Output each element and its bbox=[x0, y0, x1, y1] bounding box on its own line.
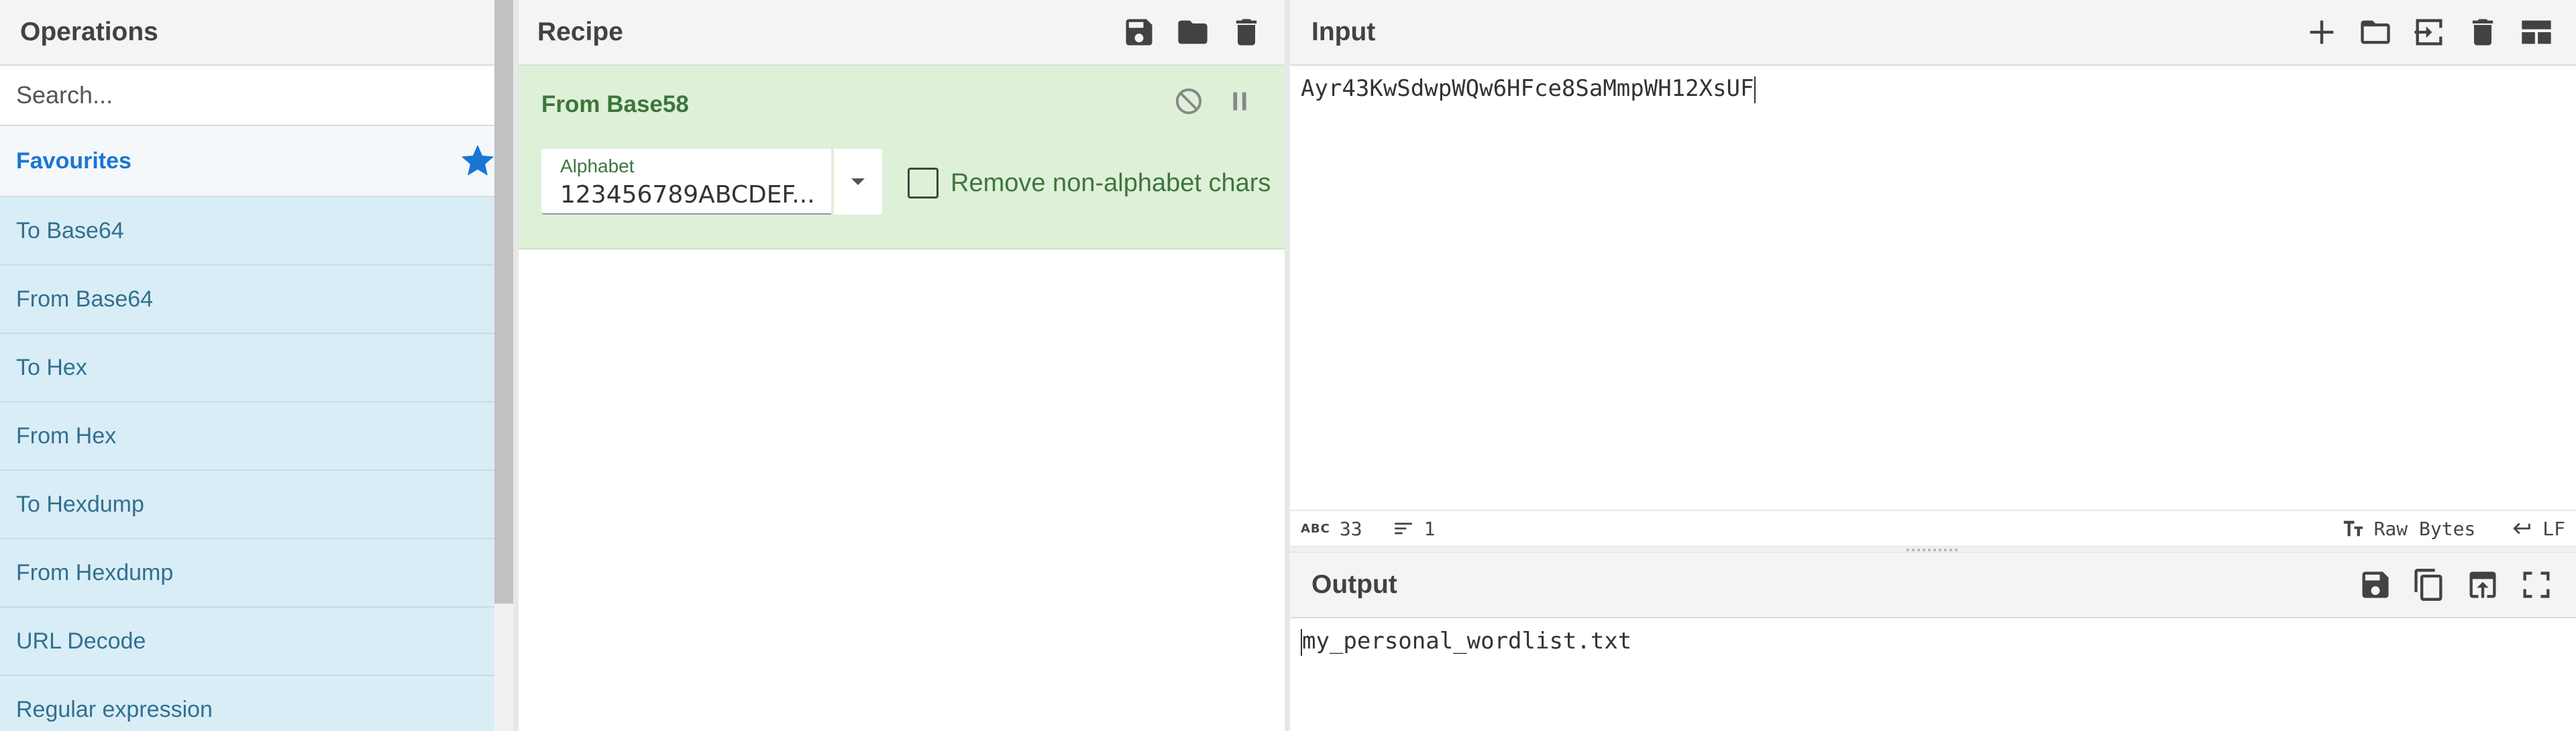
recipe-io-resizer[interactable] bbox=[1285, 0, 1290, 731]
operation-item[interactable]: Regular expression bbox=[0, 676, 494, 731]
recipe-title: Recipe bbox=[537, 17, 623, 46]
alphabet-dropdown-button[interactable] bbox=[834, 149, 882, 215]
recipe-panel: Recipe From Base58 Alphabet 123456789ABC… bbox=[519, 0, 1285, 731]
remove-non-alphabet-option[interactable]: Remove non-alphabet chars bbox=[908, 168, 1271, 199]
output-text: my_personal_wordlist.txt bbox=[1302, 628, 1632, 655]
operations-header: Operations bbox=[0, 0, 513, 66]
favourites-label: Favourites bbox=[16, 148, 131, 174]
open-file-input-icon[interactable] bbox=[2410, 13, 2449, 52]
io-panel: Input Ayr43KwSdwpWQw6HFce8SaMmpWH12XsUF … bbox=[1290, 0, 2576, 731]
clear-input-trash-icon[interactable] bbox=[2463, 13, 2502, 52]
output-header: Output bbox=[1290, 553, 2576, 618]
caret-down-icon bbox=[851, 178, 865, 185]
output-textarea[interactable]: my_personal_wordlist.txt bbox=[1290, 620, 2576, 731]
add-input-tab-icon[interactable] bbox=[2302, 13, 2341, 52]
load-recipe-folder-icon[interactable] bbox=[1173, 13, 1212, 52]
operation-item[interactable]: URL Decode bbox=[0, 608, 494, 676]
star-icon[interactable] bbox=[458, 142, 497, 180]
save-recipe-icon[interactable] bbox=[1120, 13, 1159, 52]
return-arrow-icon bbox=[2513, 522, 2531, 535]
output-title: Output bbox=[1311, 570, 1397, 599]
operations-title: Operations bbox=[20, 17, 158, 46]
operation-item[interactable]: To Hexdump bbox=[0, 471, 494, 539]
input-text: Ayr43KwSdwpWQw6HFce8SaMmpWH12XsUF bbox=[1301, 75, 1754, 102]
remove-non-alphabet-label[interactable]: Remove non-alphabet chars bbox=[951, 169, 1271, 198]
text-cursor bbox=[1754, 76, 1756, 103]
input-output-resizer[interactable] bbox=[1290, 546, 2576, 553]
disable-operation-icon[interactable] bbox=[1173, 86, 1204, 120]
encoding-selector[interactable]: Raw Bytes bbox=[2342, 517, 2476, 540]
favourites-category[interactable]: Favourites bbox=[0, 126, 513, 197]
alphabet-select[interactable]: Alphabet 123456789ABCDEF... bbox=[541, 149, 831, 215]
open-folder-icon[interactable] bbox=[2356, 13, 2395, 52]
operations-recipe-resizer[interactable] bbox=[513, 0, 519, 731]
operations-search bbox=[0, 66, 513, 126]
operations-scrollbar-thumb[interactable] bbox=[494, 0, 513, 604]
input-header: Input bbox=[1290, 0, 2576, 66]
clear-recipe-trash-icon[interactable] bbox=[1227, 13, 1266, 52]
save-output-icon[interactable] bbox=[2356, 565, 2395, 604]
input-textarea[interactable]: Ayr43KwSdwpWQw6HFce8SaMmpWH12XsUF bbox=[1290, 67, 2576, 510]
operation-item[interactable]: From Hexdump bbox=[0, 539, 494, 608]
input-status-bar: ABC 33 1 Raw Bytes LF bbox=[1290, 510, 2576, 546]
alphabet-label: Alphabet bbox=[560, 156, 635, 176]
input-length: 33 bbox=[1339, 517, 1362, 540]
input-lines-stat: 1 bbox=[1392, 517, 1436, 540]
input-title: Input bbox=[1311, 17, 1376, 46]
operations-panel: Operations Favourites To Base64 From Bas… bbox=[0, 0, 513, 731]
eol-label[interactable]: LF bbox=[2542, 518, 2565, 540]
operation-item[interactable]: To Hex bbox=[0, 334, 494, 402]
input-lines: 1 bbox=[1424, 517, 1436, 540]
input-length-stat: ABC 33 bbox=[1301, 518, 1362, 540]
operations-search-input[interactable] bbox=[16, 81, 497, 109]
alphabet-value[interactable]: 123456789ABCDEF... bbox=[560, 181, 812, 209]
lines-icon bbox=[1394, 522, 1412, 535]
reset-layout-icon[interactable] bbox=[2517, 13, 2556, 52]
operation-item[interactable]: To Base64 bbox=[0, 197, 494, 266]
cyberchef-app: Operations Favourites To Base64 From Bas… bbox=[0, 0, 2576, 731]
operations-list: To Base64 From Base64 To Hex From Hex To… bbox=[0, 197, 494, 731]
eol-selector[interactable]: LF bbox=[2510, 517, 2565, 540]
recipe-operation-title: From Base58 bbox=[541, 91, 689, 117]
operation-item[interactable]: From Hex bbox=[0, 402, 494, 471]
replace-input-with-output-icon[interactable] bbox=[2463, 565, 2502, 604]
remove-non-alphabet-checkbox[interactable] bbox=[908, 168, 938, 199]
recipe-header: Recipe bbox=[519, 0, 1285, 66]
text-size-icon bbox=[2343, 520, 2363, 537]
maximise-output-icon[interactable] bbox=[2517, 565, 2556, 604]
encoding-label[interactable]: Raw Bytes bbox=[2374, 518, 2476, 540]
resizer-grip-icon bbox=[1906, 549, 1960, 551]
operations-scrollbar[interactable] bbox=[494, 0, 513, 731]
copy-output-icon[interactable] bbox=[2410, 565, 2449, 604]
abc-length-icon: ABC bbox=[1301, 521, 1330, 536]
pause-breakpoint-icon[interactable] bbox=[1224, 86, 1255, 120]
recipe-operation-from-base58[interactable]: From Base58 Alphabet 123456789ABCDEF... … bbox=[519, 66, 1285, 249]
operation-item[interactable]: From Base64 bbox=[0, 266, 494, 334]
